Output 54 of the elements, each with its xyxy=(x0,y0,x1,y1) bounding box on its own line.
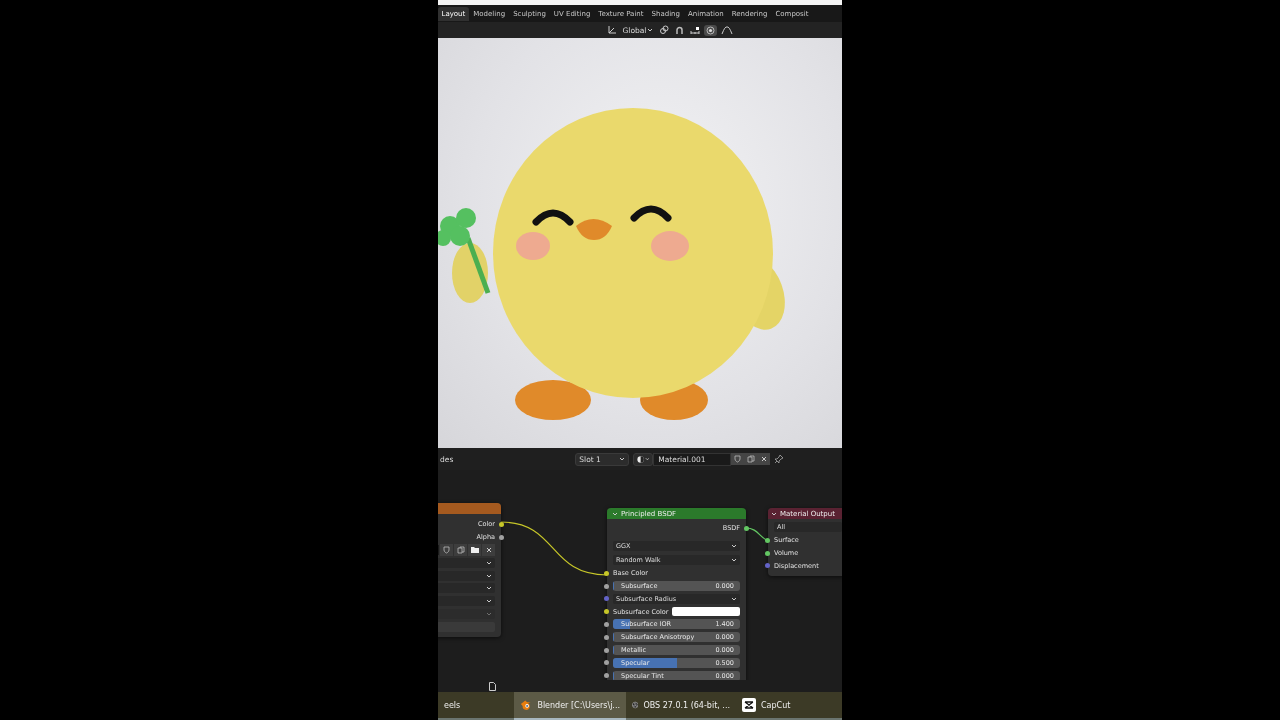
socket-dot[interactable] xyxy=(765,537,770,543)
caret-icon xyxy=(731,543,737,548)
node-dropdown[interactable] xyxy=(438,570,495,581)
socket-dot[interactable] xyxy=(604,596,609,602)
document-icon xyxy=(489,681,496,691)
caret-icon xyxy=(644,457,650,461)
folder-icon[interactable] xyxy=(468,544,481,556)
caret-icon xyxy=(731,557,737,562)
caret-icon xyxy=(771,511,777,516)
link-icon[interactable] xyxy=(659,25,670,35)
app-logo-icon xyxy=(742,698,756,712)
socket-dot[interactable] xyxy=(499,522,504,527)
socket-dot[interactable] xyxy=(604,570,609,576)
shield-icon[interactable] xyxy=(440,544,453,556)
socket-dot[interactable] xyxy=(499,534,504,540)
proportional-button[interactable] xyxy=(704,24,718,36)
node-header-bar xyxy=(438,503,501,514)
node-dropdown[interactable] xyxy=(438,557,495,568)
socket-dot[interactable] xyxy=(604,673,609,679)
shield-icon[interactable] xyxy=(731,453,745,465)
taskbar-item[interactable]: OBS 27.0.1 (64-bit, ... xyxy=(626,692,736,720)
caret-icon xyxy=(486,599,492,604)
caret-icon xyxy=(619,457,626,461)
socket-dot[interactable] xyxy=(765,550,770,556)
socket-dot[interactable] xyxy=(604,609,609,615)
node-dropdown[interactable] xyxy=(438,583,495,594)
socket-dot[interactable] xyxy=(765,563,770,569)
value-field[interactable] xyxy=(438,621,495,632)
caret-icon xyxy=(731,596,737,601)
taskbar-item[interactable]: Blender [C:\Users\j... xyxy=(514,692,626,720)
close-icon[interactable] xyxy=(757,453,771,465)
taskbar-item[interactable]: CapCut xyxy=(736,692,842,720)
socket-dot[interactable] xyxy=(604,634,609,640)
caret-icon xyxy=(612,511,618,516)
socket-dot[interactable] xyxy=(604,622,609,627)
close-icon[interactable] xyxy=(482,544,495,556)
material-sphere-icon xyxy=(637,454,645,464)
caret-icon xyxy=(647,28,654,32)
material-browse-button[interactable] xyxy=(633,452,654,466)
axes-icon[interactable] xyxy=(606,25,617,35)
pin-icon[interactable] xyxy=(774,454,785,464)
app-logo-icon xyxy=(520,699,533,711)
caret-icon xyxy=(486,573,492,578)
caret-icon xyxy=(486,586,492,591)
caret-icon xyxy=(486,611,492,616)
socket-dot[interactable] xyxy=(604,583,609,589)
node-dropdown[interactable] xyxy=(438,596,495,607)
caret-icon xyxy=(486,560,492,565)
falloff-curve-icon[interactable] xyxy=(721,25,734,35)
color-swatch[interactable] xyxy=(672,607,740,617)
snap-grid-icon[interactable] xyxy=(690,25,701,35)
socket-dot[interactable] xyxy=(744,526,749,531)
socket-dot[interactable] xyxy=(604,647,609,653)
socket-dot[interactable] xyxy=(604,660,609,666)
